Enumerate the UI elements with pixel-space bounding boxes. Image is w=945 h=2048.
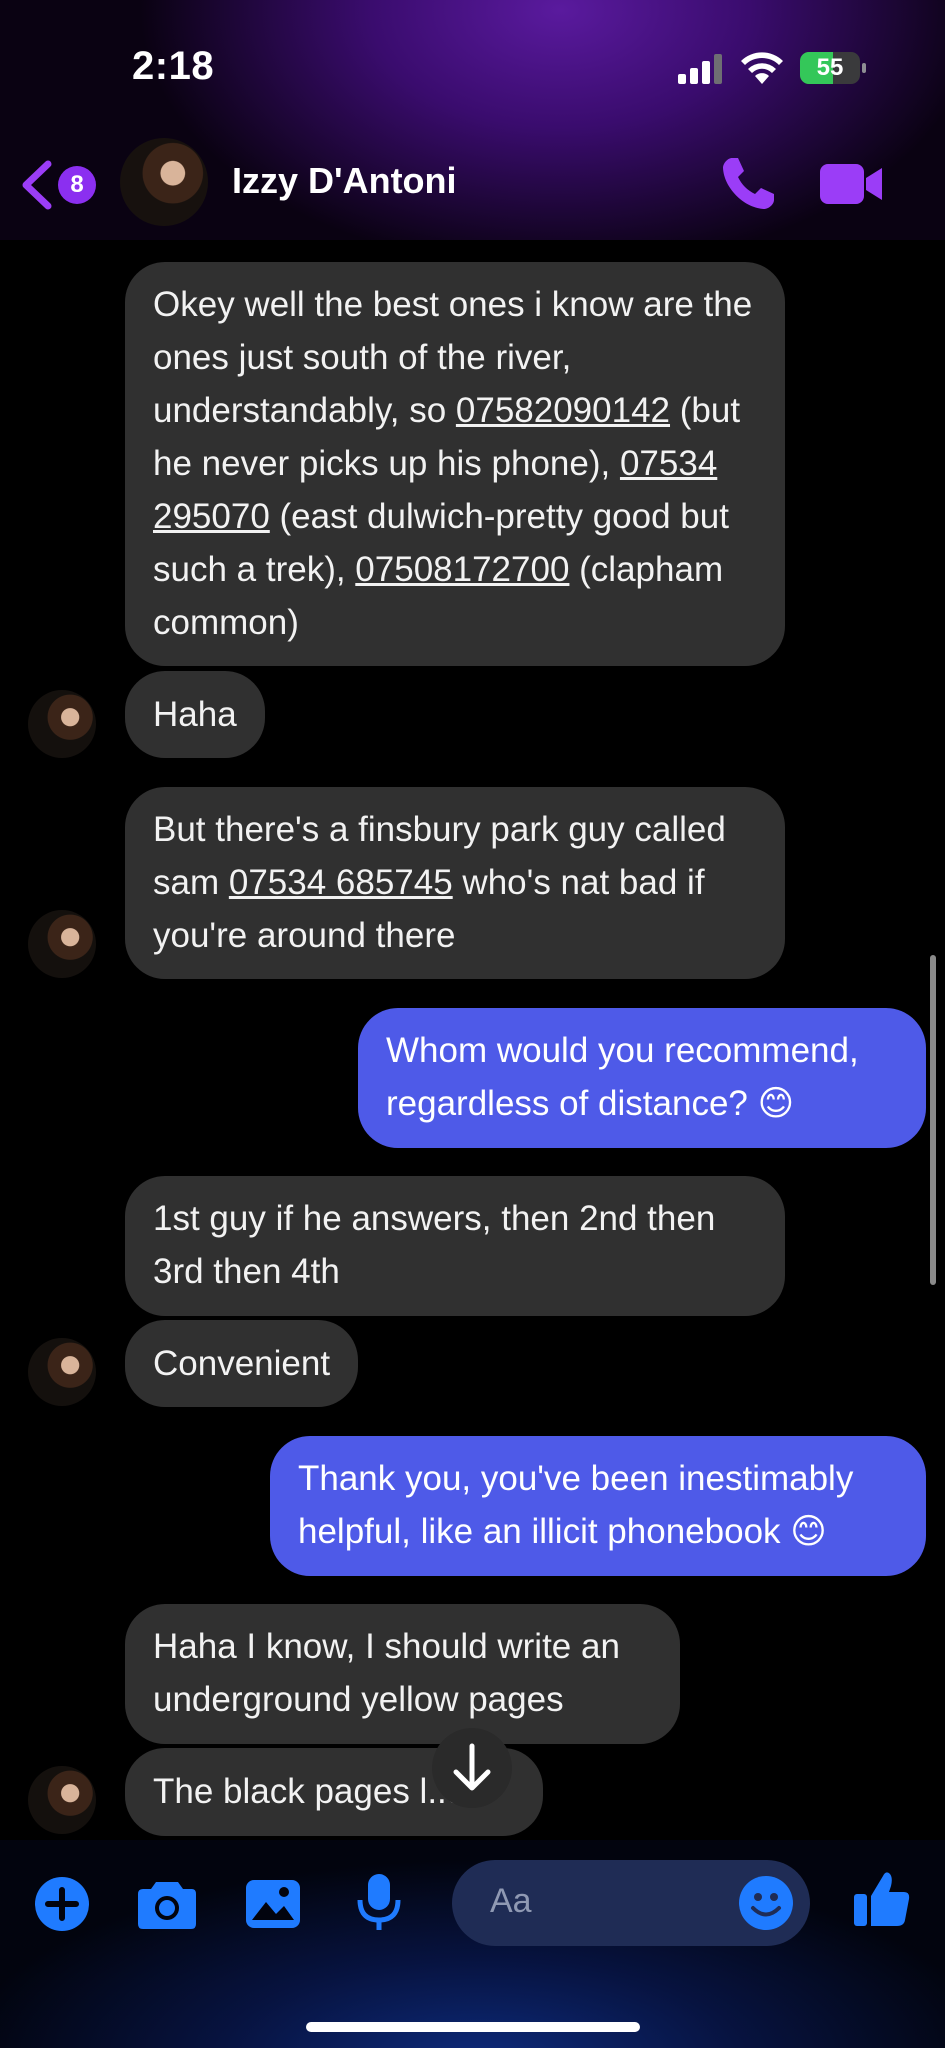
wifi-icon: [741, 52, 783, 84]
message-text: The black pages l..d: [153, 1772, 467, 1811]
message-bubble-incoming[interactable]: But there's a finsbury park guy called s…: [125, 787, 785, 979]
message-text: Thank you, you've been inestimably helpf…: [298, 1459, 854, 1551]
emoji-icon[interactable]: [738, 1875, 794, 1931]
message-input-placeholder: Aa: [490, 1882, 532, 1920]
plus-icon[interactable]: [34, 1876, 90, 1932]
thumbs-up-icon[interactable]: [852, 1868, 912, 1928]
chat-header: 8 Izzy D'Antoni: [0, 130, 945, 240]
composer-bar: Aa: [0, 1840, 945, 2048]
unread-badge: 8: [58, 166, 96, 204]
message-text: 1st guy if he answers, then 2nd then 3rd…: [153, 1199, 716, 1291]
message-bubble-incoming[interactable]: Haha: [125, 671, 265, 758]
scrollbar[interactable]: [930, 955, 936, 1285]
arrow-down-icon: [453, 1743, 491, 1791]
message-text: Haha I know, I should write an undergrou…: [153, 1627, 620, 1719]
contact-avatar[interactable]: [120, 138, 208, 226]
message-input[interactable]: Aa: [452, 1860, 810, 1946]
message-text: Convenient: [153, 1344, 331, 1383]
message-bubble-outgoing[interactable]: Whom would you recommend, regardless of …: [358, 1008, 926, 1148]
status-time: 2:18: [132, 44, 215, 88]
video-call-icon[interactable]: [818, 160, 884, 208]
phone-call-icon[interactable]: [718, 154, 778, 214]
contact-avatar-small[interactable]: [28, 1338, 96, 1406]
battery-indicator: 55: [800, 52, 866, 84]
phone-number-link[interactable]: 07582090142: [456, 391, 670, 430]
message-text: Whom would you recommend, regardless of …: [386, 1031, 859, 1123]
contact-name[interactable]: Izzy D'Antoni: [232, 160, 457, 202]
phone-number-link[interactable]: 07534 685745: [229, 863, 453, 902]
phone-number-link[interactable]: 07508172700: [355, 550, 569, 589]
home-indicator: [306, 2022, 640, 2032]
gallery-icon[interactable]: [244, 1876, 302, 1932]
message-bubble-incoming[interactable]: Haha I know, I should write an undergrou…: [125, 1604, 680, 1744]
contact-avatar-small[interactable]: [28, 1766, 96, 1834]
status-bar: 2:18 55: [0, 0, 945, 120]
message-bubble-incoming[interactable]: 1st guy if he answers, then 2nd then 3rd…: [125, 1176, 785, 1316]
message-list[interactable]: Okey well the best ones i know are the o…: [0, 240, 945, 1840]
back-button[interactable]: 8: [18, 154, 98, 214]
scroll-to-bottom-button[interactable]: [432, 1728, 512, 1808]
contact-avatar-small[interactable]: [28, 910, 96, 978]
message-text: Haha: [153, 695, 237, 734]
message-bubble-incoming[interactable]: Convenient: [125, 1320, 359, 1407]
chevron-left-icon: [22, 160, 52, 210]
microphone-icon[interactable]: [356, 1872, 402, 1932]
message-bubble-incoming[interactable]: Okey well the best ones i know are the o…: [125, 262, 785, 666]
cellular-signal-icon: [678, 52, 724, 84]
camera-icon[interactable]: [136, 1876, 198, 1932]
battery-level: 55: [816, 54, 844, 81]
contact-avatar-small[interactable]: [28, 690, 96, 758]
message-bubble-outgoing[interactable]: Thank you, you've been inestimably helpf…: [270, 1436, 926, 1576]
